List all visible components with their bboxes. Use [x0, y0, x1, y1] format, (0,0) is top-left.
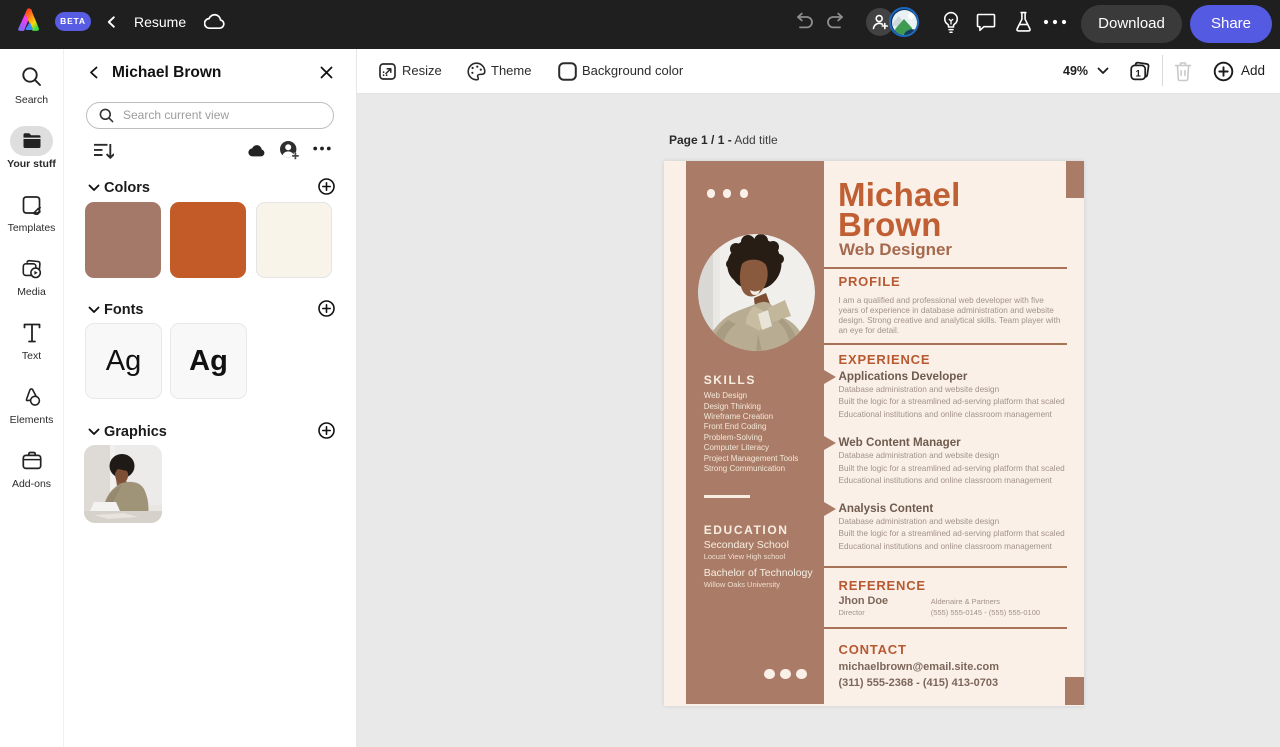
svg-text:1: 1	[1136, 68, 1142, 79]
